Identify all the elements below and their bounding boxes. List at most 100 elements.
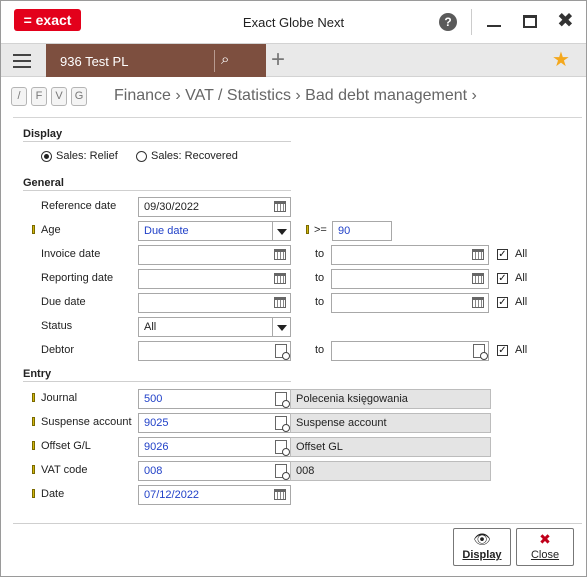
close-icon: ✖: [539, 531, 551, 547]
search-icon[interactable]: ⌕: [214, 50, 229, 72]
to-label: to: [315, 248, 325, 260]
offset-gl-field[interactable]: 9026: [138, 437, 291, 457]
required-marker: [32, 225, 35, 234]
reference-date-label: Reference date: [41, 200, 117, 212]
age-select[interactable]: Due date: [138, 221, 291, 241]
calendar-icon[interactable]: [472, 273, 484, 284]
due-date-from-field[interactable]: [138, 293, 291, 313]
calendar-icon[interactable]: [472, 249, 484, 260]
date-value: 07/12/2022: [144, 489, 200, 501]
date-field[interactable]: 07/12/2022: [138, 485, 291, 505]
debtor-all-checkbox[interactable]: ✓: [497, 345, 508, 356]
display-button-label: Display: [462, 549, 502, 561]
offset-gl-label: Offset G/L: [41, 440, 91, 452]
all-label: All: [515, 296, 528, 308]
reporting-date-all-checkbox[interactable]: ✓: [497, 273, 508, 284]
title-bar: = exact Exact Globe Next ? ✖: [1, 1, 586, 43]
to-label: to: [315, 296, 325, 308]
age-threshold-value: 90: [338, 225, 351, 237]
radio-label: Sales: Relief: [56, 150, 118, 162]
required-marker: [306, 225, 309, 234]
lookup-icon[interactable]: [275, 416, 290, 432]
vat-code-label: VAT code: [41, 464, 88, 476]
required-marker: [32, 393, 35, 402]
status-select[interactable]: All: [138, 317, 291, 337]
calendar-icon[interactable]: [274, 201, 286, 212]
titlebar-separator: [471, 9, 472, 35]
section-general: General: [23, 177, 64, 189]
age-threshold-field[interactable]: 90: [332, 221, 392, 241]
journal-label: Journal: [41, 392, 78, 404]
chevron-down-icon[interactable]: [272, 318, 290, 336]
journal-description-text: Polecenia księgowania: [296, 393, 408, 405]
required-marker: [32, 489, 35, 498]
menu-icon[interactable]: [13, 54, 31, 68]
lookup-icon[interactable]: [275, 440, 290, 456]
calendar-icon[interactable]: [274, 249, 286, 260]
age-value: Due date: [144, 225, 189, 237]
radio-sales-recovered[interactable]: Sales: Recovered: [136, 150, 238, 162]
company-selector[interactable]: 936 Test PL ⌕: [46, 44, 266, 77]
radio-selected-icon: [41, 150, 52, 162]
reporting-date-to-field[interactable]: [331, 269, 489, 289]
offset-gl-description-text: Offset GL: [296, 441, 343, 453]
lookup-icon[interactable]: [275, 344, 290, 360]
close-button[interactable]: ✖ Close: [516, 528, 574, 566]
calendar-icon[interactable]: [274, 297, 286, 308]
to-label: to: [315, 272, 325, 284]
quick-button-v[interactable]: V: [51, 87, 67, 106]
age-operator: >=: [314, 224, 327, 236]
lookup-icon[interactable]: [275, 464, 290, 480]
status-label: Status: [41, 320, 73, 332]
radio-sales-relief[interactable]: Sales: Relief: [41, 150, 118, 162]
footer-divider: [13, 523, 582, 524]
invoice-date-from-field[interactable]: [138, 245, 291, 265]
calendar-icon[interactable]: [274, 489, 286, 500]
breadcrumb[interactable]: Finance › VAT / Statistics › Bad debt ma…: [114, 87, 477, 105]
chevron-down-icon[interactable]: [272, 222, 290, 240]
due-date-to-field[interactable]: [331, 293, 489, 313]
journal-field[interactable]: 500: [138, 389, 291, 409]
required-marker: [32, 465, 35, 474]
offset-gl-description: Offset GL: [290, 437, 491, 457]
debtor-from-field[interactable]: [138, 341, 291, 361]
minimize-icon[interactable]: [487, 25, 501, 27]
invoice-date-label: Invoice date: [41, 248, 101, 260]
vat-code-field[interactable]: 008: [138, 461, 291, 481]
lookup-icon[interactable]: [275, 392, 290, 408]
reference-date-field[interactable]: 09/30/2022: [138, 197, 291, 217]
maximize-icon[interactable]: [523, 15, 537, 28]
all-label: All: [515, 272, 528, 284]
window-title: Exact Globe Next: [242, 15, 345, 30]
suspense-account-field[interactable]: 9025: [138, 413, 291, 433]
close-window-icon[interactable]: ✖: [557, 10, 574, 32]
help-icon[interactable]: ?: [439, 13, 457, 31]
calendar-icon[interactable]: [472, 297, 484, 308]
invoice-date-to-field[interactable]: [331, 245, 489, 265]
lookup-icon[interactable]: [473, 344, 488, 360]
nav-bar: 936 Test PL ⌕ + ★: [1, 43, 586, 77]
journal-description: Polecenia księgowania: [290, 389, 491, 409]
to-label: to: [315, 344, 325, 356]
company-label: 936 Test PL: [60, 54, 129, 69]
section-entry: Entry: [23, 368, 52, 380]
quick-button-f[interactable]: F: [31, 87, 47, 106]
invoice-date-all-checkbox[interactable]: ✓: [497, 249, 508, 260]
suspense-account-value: 9025: [144, 417, 169, 429]
calendar-icon[interactable]: [274, 273, 286, 284]
quick-button-slash[interactable]: /: [11, 87, 27, 106]
suspense-account-description-text: Suspense account: [296, 417, 387, 429]
suspense-account-label: Suspense account: [41, 416, 132, 428]
due-date-all-checkbox[interactable]: ✓: [497, 297, 508, 308]
quick-button-g[interactable]: G: [71, 87, 87, 106]
reference-date-value: 09/30/2022: [144, 201, 200, 213]
debtor-to-field[interactable]: [331, 341, 489, 361]
add-tab-icon[interactable]: +: [271, 47, 285, 73]
favorite-star-icon[interactable]: ★: [552, 49, 570, 71]
all-label: All: [515, 248, 528, 260]
display-button[interactable]: 👁 Display: [453, 528, 511, 566]
eye-icon: 👁: [473, 531, 491, 547]
required-marker: [32, 417, 35, 426]
reporting-date-from-field[interactable]: [138, 269, 291, 289]
breadcrumb-row: / F V G Finance › VAT / Statistics › Bad…: [11, 85, 581, 109]
